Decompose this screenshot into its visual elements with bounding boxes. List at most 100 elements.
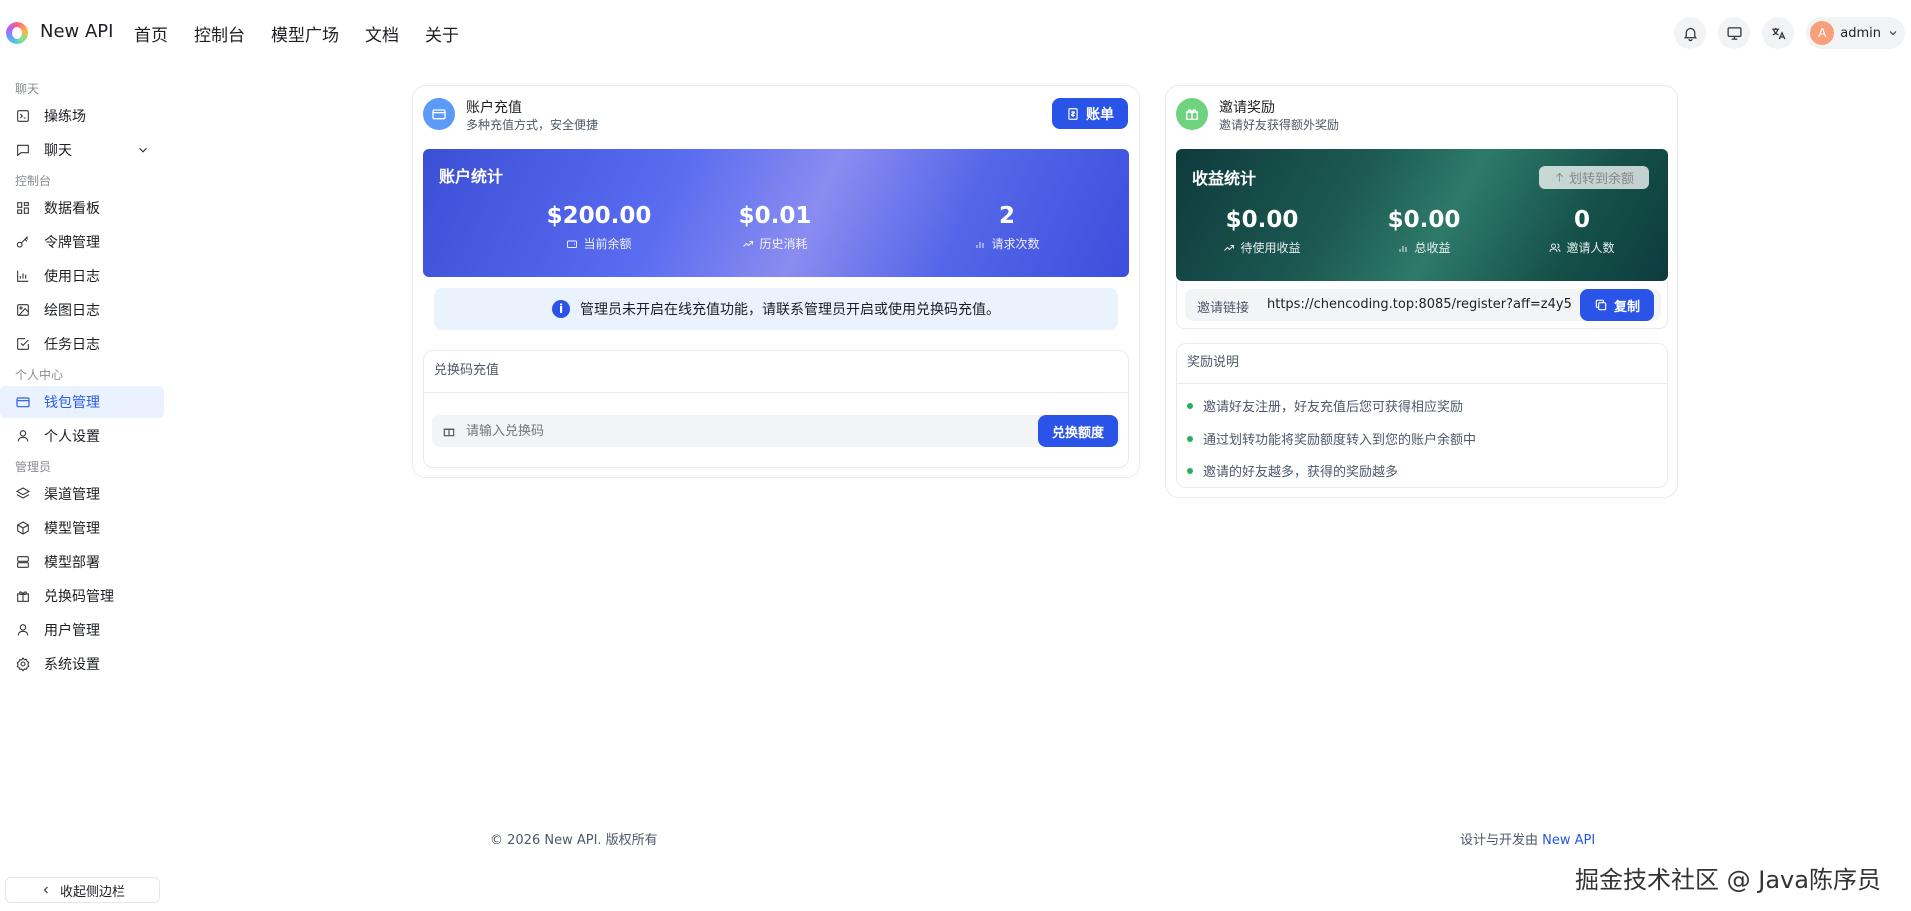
nav-console[interactable]: 控制台 bbox=[194, 21, 245, 46]
nav-home[interactable]: 首页 bbox=[134, 21, 168, 46]
nav-about[interactable]: 关于 bbox=[425, 21, 459, 46]
gift-icon bbox=[443, 428, 455, 437]
sidebar-item-models[interactable]: 模型管理 bbox=[0, 512, 164, 544]
redeem-card: 兑换码充值 兑换额度 bbox=[423, 350, 1129, 468]
redeem-input-row bbox=[432, 415, 1120, 447]
avatar: A bbox=[1810, 21, 1835, 45]
sidebar-item-users[interactable]: 用户管理 bbox=[0, 614, 164, 646]
logo[interactable] bbox=[6, 22, 28, 44]
sidebar-section-title: 管理员 bbox=[15, 460, 52, 474]
receipt-icon bbox=[1068, 107, 1078, 120]
top-header: New API 首页 控制台 模型广场 文档 关于 A admin bbox=[0, 0, 1911, 66]
sidebar-item-label: 系统设置 bbox=[44, 657, 100, 673]
copy-button[interactable]: 复制 bbox=[1580, 289, 1654, 321]
stats-title: 账户统计 bbox=[439, 167, 504, 186]
rule-text: 邀请的好友越多，获得的奖励越多 bbox=[1203, 465, 1399, 480]
footer-designed-by: 设计与开发由 bbox=[1460, 833, 1539, 848]
redeem-title: 兑换码充值 bbox=[424, 351, 1128, 393]
sidebar-item-drawing-logs[interactable]: 绘图日志 bbox=[0, 294, 164, 326]
sidebar-section-title: 控制台 bbox=[15, 174, 52, 188]
bullet-dot bbox=[1187, 402, 1193, 409]
invite-link-row: 邀请链接 https://chencoding.top:8085/registe… bbox=[1176, 281, 1668, 329]
notification-button[interactable] bbox=[1674, 17, 1707, 49]
card-subtitle: 多种充值方式，安全便捷 bbox=[466, 118, 599, 132]
sidebar-item-label: 个人设置 bbox=[44, 429, 100, 445]
gear-icon bbox=[15, 656, 31, 672]
stat-label: 待使用收益 bbox=[1240, 241, 1301, 255]
server-icon bbox=[15, 554, 31, 570]
stat-value: $0.01 bbox=[738, 203, 812, 229]
card-icon bbox=[423, 98, 455, 130]
sidebar-item-label: 操练场 bbox=[44, 109, 86, 125]
users-icon bbox=[1549, 243, 1561, 252]
invite-link-value[interactable]: https://chencoding.top:8085/register?aff… bbox=[1267, 297, 1572, 312]
footer-link[interactable]: New API bbox=[1542, 833, 1595, 848]
stat-label: 邀请人数 bbox=[1566, 241, 1615, 255]
redeem-button-label: 兑换额度 bbox=[1051, 425, 1104, 441]
chevron-down-icon[interactable] bbox=[136, 143, 150, 157]
trending-up-icon bbox=[743, 240, 754, 247]
credit-card-icon bbox=[432, 109, 446, 120]
brand-name[interactable]: New API bbox=[40, 21, 113, 42]
rewards-rules-card: 奖励说明 邀请好友注册，好友充值后您可获得相应奖励 通过划转功能将奖励额度转入到… bbox=[1176, 343, 1668, 488]
task-icon bbox=[15, 336, 31, 352]
nav-model-square[interactable]: 模型广场 bbox=[271, 21, 339, 46]
chart-icon bbox=[15, 268, 31, 284]
transfer-label: 划转到余额 bbox=[1568, 172, 1634, 187]
invite-card: 邀请奖励 邀请好友获得额外奖励 收益统计 划转到余额 $0.00 待使用收益 $… bbox=[1165, 85, 1678, 498]
watermark: 掘金技术社区 @ Java陈序员 bbox=[1575, 866, 1881, 894]
wallet-icon bbox=[15, 394, 31, 410]
key-icon bbox=[15, 234, 31, 250]
sidebar-item-personal-settings[interactable]: 个人设置 bbox=[0, 420, 164, 452]
sidebar-item-dashboard[interactable]: 数据看板 bbox=[0, 192, 164, 224]
sidebar-item-model-deploy[interactable]: 模型部署 bbox=[0, 546, 164, 578]
stat-value: 0 bbox=[1573, 207, 1590, 233]
stat-label-row: 请求次数 bbox=[907, 235, 1107, 252]
chevron-down-icon bbox=[1889, 31, 1897, 36]
user-menu[interactable]: A admin bbox=[1806, 17, 1905, 49]
sidebar-item-label: 任务日志 bbox=[44, 337, 100, 353]
rule-item: 邀请好友注册，好友充值后您可获得相应奖励 bbox=[1187, 396, 1463, 415]
trending-up-icon bbox=[1224, 244, 1235, 251]
card-title: 账户充值 bbox=[466, 100, 522, 116]
sidebar-item-redeem-codes[interactable]: 兑换码管理 bbox=[0, 580, 164, 612]
bar-chart-icon bbox=[1399, 245, 1407, 252]
sidebar-item-usage-logs[interactable]: 使用日志 bbox=[0, 260, 164, 292]
redeem-code-input[interactable] bbox=[466, 423, 1026, 439]
sidebar-item-tokens[interactable]: 令牌管理 bbox=[0, 226, 164, 258]
dashboard-icon bbox=[15, 200, 31, 216]
monitor-icon bbox=[1727, 26, 1742, 40]
stat-label: 当前余额 bbox=[583, 237, 632, 251]
collapse-sidebar-button[interactable]: 收起侧边栏 bbox=[5, 877, 160, 903]
sidebar-item-wallet[interactable]: 钱包管理 bbox=[0, 386, 164, 418]
bill-button-label: 账单 bbox=[1086, 106, 1114, 123]
card-title: 邀请奖励 bbox=[1219, 100, 1275, 116]
info-icon: i bbox=[552, 300, 570, 318]
sidebar-item-label: 数据看板 bbox=[44, 201, 100, 217]
redeem-button[interactable]: 兑换额度 bbox=[1038, 415, 1118, 447]
transfer-button[interactable]: 划转到余额 bbox=[1539, 166, 1649, 189]
sidebar-item-system-settings[interactable]: 系统设置 bbox=[0, 648, 164, 680]
nav-docs[interactable]: 文档 bbox=[365, 21, 399, 46]
sidebar-item-playground[interactable]: 操练场 bbox=[0, 100, 164, 132]
invite-link-label: 邀请链接 bbox=[1197, 301, 1250, 316]
sidebar-item-task-logs[interactable]: 任务日志 bbox=[0, 328, 164, 360]
gift-icon bbox=[1186, 109, 1198, 120]
sidebar-item-chat[interactable]: 聊天 bbox=[0, 134, 164, 166]
copy-button-label: 复制 bbox=[1613, 299, 1640, 315]
image-icon bbox=[15, 302, 31, 318]
display-button[interactable] bbox=[1718, 17, 1751, 49]
bill-button[interactable]: 账单 bbox=[1052, 98, 1128, 129]
sidebar: 聊天 操练场 聊天 控制台 数据看板 令牌管理 使用日志 绘图日志 任务日志 个… bbox=[0, 78, 166, 682]
language-button[interactable] bbox=[1762, 17, 1795, 49]
sidebar-item-channels[interactable]: 渠道管理 bbox=[0, 478, 164, 510]
user-icon bbox=[15, 428, 31, 444]
rule-text: 通过划转功能将奖励额度转入到您的账户余额中 bbox=[1203, 433, 1477, 448]
transfer-icon bbox=[1555, 172, 1564, 182]
stat-label-row: 历史消耗 bbox=[675, 235, 875, 252]
copy-icon bbox=[1595, 299, 1607, 311]
sidebar-item-label: 渠道管理 bbox=[44, 487, 100, 503]
translate-icon bbox=[1771, 27, 1786, 39]
user-icon bbox=[15, 622, 31, 638]
collapse-sidebar-label: 收起侧边栏 bbox=[59, 884, 125, 900]
